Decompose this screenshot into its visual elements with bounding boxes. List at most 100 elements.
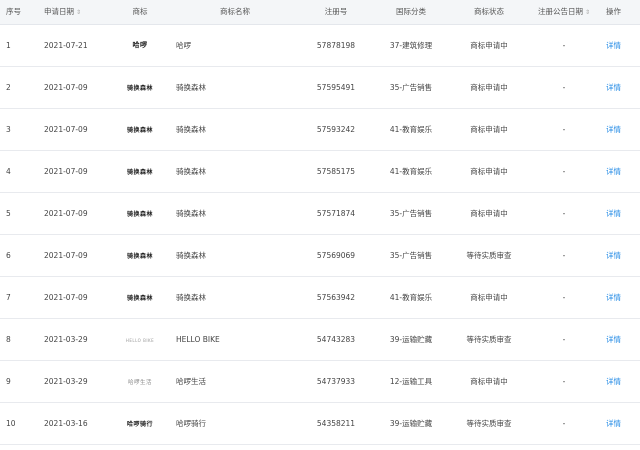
table-row: 9 2021-03-29 哈啰生活 哈啰生活 54737933 12-运输工具 …: [0, 360, 640, 403]
header-apply-date[interactable]: 申请日期 ⇕: [38, 0, 110, 25]
header-announce-date[interactable]: 注册公告日期 ⇕: [528, 0, 600, 25]
table-row: 8 2021-03-29 HELLO BIKE HELLO BIKE 54743…: [0, 318, 640, 361]
cell-announce-date: -: [528, 192, 600, 235]
table-row: 3 2021-07-09 骑换森林 骑换森林 57593242 41-教育娱乐 …: [0, 108, 640, 151]
header-action: 操作: [600, 0, 640, 25]
cell-class: 35-广告销售: [372, 192, 450, 235]
trademark-logo: 哈啰骑行: [110, 402, 170, 445]
table-row: 5 2021-07-09 骑换森林 骑换森林 57571874 35-广告销售 …: [0, 192, 640, 235]
trademark-logo: 哈啰生活: [110, 360, 170, 403]
detail-link[interactable]: 详情: [600, 318, 640, 361]
cell-index: 2: [0, 66, 38, 109]
trademark-logo: 骑换森林: [110, 66, 170, 109]
cell-announce-date: -: [528, 360, 600, 403]
cell-index: 8: [0, 318, 38, 361]
cell-reg-no: 57585175: [300, 150, 372, 193]
trademark-logo: 骑换森林: [110, 150, 170, 193]
trademark-logo: 骑换森林: [110, 234, 170, 277]
trademark-logo: HELLO BIKE: [110, 318, 170, 361]
sort-icon[interactable]: ⇕: [585, 9, 590, 16]
detail-link[interactable]: 详情: [600, 66, 640, 109]
cell-status: 等待实质审查: [450, 234, 528, 277]
cell-index: 10: [0, 402, 38, 445]
cell-status: 商标申请中: [450, 276, 528, 319]
trademark-logo: 骑换森林: [110, 276, 170, 319]
trademark-logo: 哈啰: [110, 24, 170, 67]
cell-apply-date: 2021-03-29: [38, 360, 110, 403]
cell-name: 骑换森林: [170, 276, 300, 319]
logo-text: 骑换森林: [126, 294, 153, 302]
cell-name: 骑换森林: [170, 150, 300, 193]
header-class: 国际分类: [372, 0, 450, 25]
cell-class: 41-教育娱乐: [372, 276, 450, 319]
cell-index: 3: [0, 108, 38, 151]
header-status: 商标状态: [450, 0, 528, 25]
cell-apply-date: 2021-07-09: [38, 108, 110, 151]
logo-text: 哈啰骑行: [126, 420, 153, 428]
cell-class: 41-教育娱乐: [372, 108, 450, 151]
cell-reg-no: 57878198: [300, 24, 372, 67]
header-reg-no: 注册号: [300, 0, 372, 25]
header-name: 商标名称: [170, 0, 300, 25]
header-apply-date-label: 申请日期: [44, 7, 74, 17]
table-header-row: 序号 申请日期 ⇕ 商标 商标名称 注册号 国际分类 商标状态 注册公告日期 ⇕ 操…: [0, 0, 640, 25]
cell-name: 骑换森林: [170, 234, 300, 277]
cell-reg-no: 57593242: [300, 108, 372, 151]
logo-text: HELLO BIKE: [125, 337, 155, 343]
logo-text: 哈啰生活: [127, 379, 152, 386]
logo-text: 骑换森林: [126, 126, 153, 134]
detail-link[interactable]: 详情: [600, 234, 640, 277]
cell-apply-date: 2021-07-09: [38, 66, 110, 109]
logo-text: 骑换森林: [126, 168, 153, 176]
cell-class: 39-运输贮藏: [372, 318, 450, 361]
cell-status: 商标申请中: [450, 360, 528, 403]
cell-announce-date: -: [528, 276, 600, 319]
cell-reg-no: 54737933: [300, 360, 372, 403]
table-row: 7 2021-07-09 骑换森林 骑换森林 57563942 41-教育娱乐 …: [0, 276, 640, 319]
cell-status: 等待实质审查: [450, 402, 528, 445]
logo-text: 哈啰: [132, 41, 148, 49]
detail-link[interactable]: 详情: [600, 24, 640, 67]
cell-reg-no: 57563942: [300, 276, 372, 319]
cell-class: 12-运输工具: [372, 360, 450, 403]
detail-link[interactable]: 详情: [600, 276, 640, 319]
table-row: 4 2021-07-09 骑换森林 骑换森林 57585175 41-教育娱乐 …: [0, 150, 640, 193]
cell-name: 骑换森林: [170, 108, 300, 151]
cell-status: 商标申请中: [450, 66, 528, 109]
detail-link[interactable]: 详情: [600, 360, 640, 403]
trademark-logo: 骑换森林: [110, 108, 170, 151]
detail-link[interactable]: 详情: [600, 402, 640, 445]
cell-reg-no: 54358211: [300, 402, 372, 445]
cell-apply-date: 2021-07-09: [38, 234, 110, 277]
cell-reg-no: 57571874: [300, 192, 372, 235]
cell-apply-date: 2021-07-21: [38, 24, 110, 67]
detail-link[interactable]: 详情: [600, 108, 640, 151]
cell-index: 4: [0, 150, 38, 193]
cell-class: 35-广告销售: [372, 66, 450, 109]
cell-status: 商标申请中: [450, 150, 528, 193]
cell-announce-date: -: [528, 150, 600, 193]
cell-index: 7: [0, 276, 38, 319]
cell-class: 37-建筑修理: [372, 24, 450, 67]
cell-class: 35-广告销售: [372, 234, 450, 277]
cell-announce-date: -: [528, 318, 600, 361]
cell-announce-date: -: [528, 234, 600, 277]
cell-name: 哈啰生活: [170, 360, 300, 403]
cell-announce-date: -: [528, 66, 600, 109]
detail-link[interactable]: 详情: [600, 192, 640, 235]
cell-reg-no: 54743283: [300, 318, 372, 361]
sort-icon[interactable]: ⇕: [76, 9, 81, 16]
cell-apply-date: 2021-07-09: [38, 192, 110, 235]
cell-apply-date: 2021-03-16: [38, 402, 110, 445]
cell-announce-date: -: [528, 402, 600, 445]
cell-class: 41-教育娱乐: [372, 150, 450, 193]
table-row: 1 2021-07-21 哈啰 哈啰 57878198 37-建筑修理 商标申请…: [0, 24, 640, 67]
logo-text: 骑换森林: [126, 210, 153, 218]
cell-apply-date: 2021-07-09: [38, 276, 110, 319]
cell-name: HELLO BIKE: [170, 318, 300, 361]
detail-link[interactable]: 详情: [600, 150, 640, 193]
cell-index: 1: [0, 24, 38, 67]
cell-announce-date: -: [528, 24, 600, 67]
cell-name: 骑换森林: [170, 66, 300, 109]
logo-text: 骑换森林: [126, 84, 153, 92]
